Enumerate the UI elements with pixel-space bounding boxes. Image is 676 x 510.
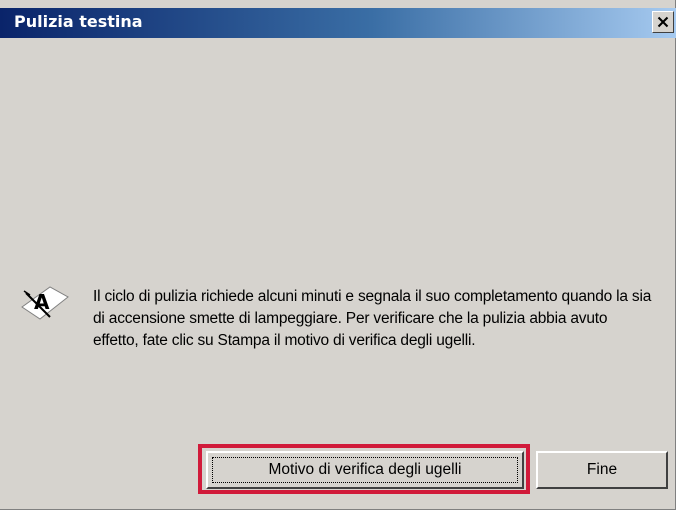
instruction-message: Il ciclo di pulizia richiede alcuni minu…	[93, 288, 652, 349]
finish-button[interactable]: Fine	[536, 451, 668, 489]
nozzle-check-button[interactable]: Motivo di verifica degli ugelli	[206, 451, 524, 489]
focus-ring	[212, 457, 518, 483]
window-title: Pulizia testina	[14, 12, 143, 31]
close-icon	[657, 16, 669, 28]
dialog-window: Pulizia testina A Il ciclo di pulizia ri…	[0, 0, 676, 510]
title-bar[interactable]: Pulizia testina	[0, 8, 676, 38]
dialog-content: A Il ciclo di pulizia richiede alcuni mi…	[0, 38, 676, 510]
finish-button-label: Fine	[586, 461, 618, 478]
close-button[interactable]	[652, 11, 674, 33]
print-head-cleaning-icon: A	[20, 283, 70, 323]
